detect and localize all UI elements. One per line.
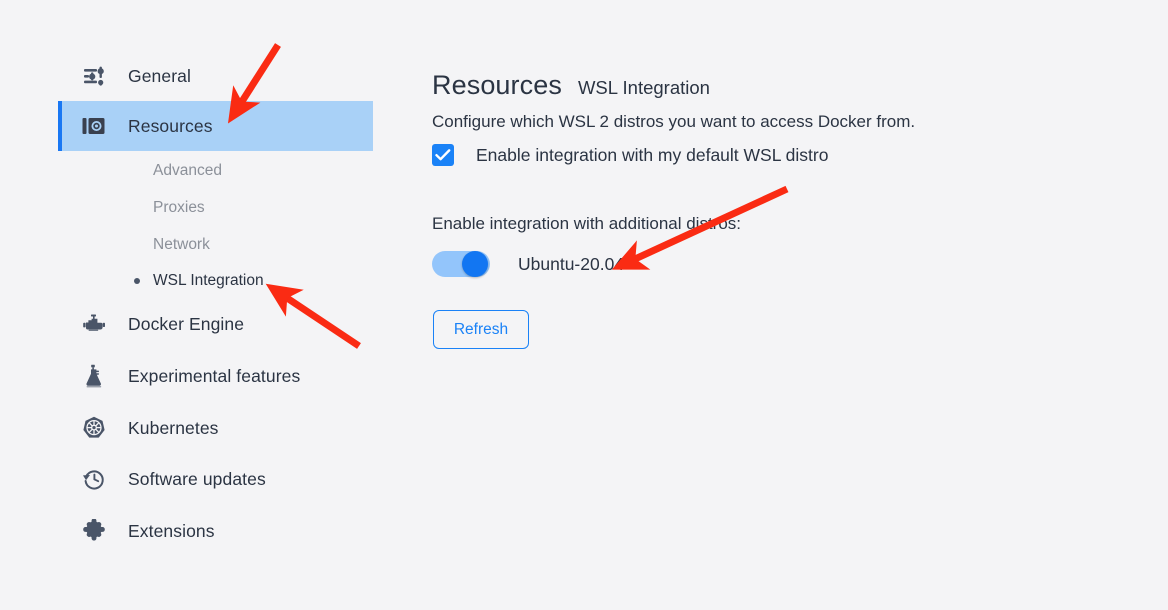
sidebar-subitem-network[interactable]: Network [58, 226, 373, 263]
sidebar-item-kubernetes[interactable]: Kubernetes [58, 403, 373, 453]
sidebar-subitem-label: WSL Integration [153, 271, 264, 289]
distro-toggle-switch[interactable] [432, 251, 490, 277]
checkbox-checked-icon[interactable] [432, 144, 454, 166]
enable-default-distro-checkbox-row[interactable]: Enable integration with my default WSL d… [432, 144, 828, 166]
sidebar-item-experimental-features[interactable]: Experimental features [58, 351, 373, 401]
sidebar-item-label: General [128, 65, 191, 86]
settings-window: General Resources Advanced Proxies Netwo… [0, 0, 1168, 610]
kubernetes-helm-icon [79, 413, 109, 443]
sidebar-subitem-label: Network [153, 235, 210, 253]
sidebar-item-general[interactable]: General [58, 51, 373, 101]
settings-sidebar: General Resources Advanced Proxies Netwo… [0, 0, 420, 610]
sidebar-subitem-proxies[interactable]: Proxies [58, 189, 373, 226]
page-description: Configure which WSL 2 distros you want t… [432, 112, 916, 131]
distro-row-ubuntu-2004: Ubuntu-20.04 [432, 251, 624, 277]
page-subtitle: WSL Integration [577, 77, 710, 99]
docker-engine-icon [79, 309, 109, 339]
sidebar-item-extensions[interactable]: Extensions [58, 506, 373, 556]
sidebar-item-docker-engine[interactable]: Docker Engine [58, 299, 373, 349]
toggle-knob [462, 251, 488, 277]
sidebar-item-label: Kubernetes [128, 417, 219, 438]
distro-name-label: Ubuntu-20.04 [518, 253, 625, 274]
resources-icon [79, 111, 109, 141]
page-title: Resources [432, 70, 562, 101]
additional-distros-label: Enable integration with additional distr… [432, 214, 742, 233]
sidebar-item-label: Software updates [128, 468, 266, 489]
checkbox-label: Enable integration with my default WSL d… [476, 144, 829, 165]
sidebar-item-label: Experimental features [128, 365, 301, 386]
sliders-icon [79, 61, 109, 91]
puzzle-piece-icon [79, 516, 109, 546]
sidebar-item-label: Resources [128, 115, 213, 136]
sidebar-subitem-label: Proxies [153, 198, 205, 216]
sidebar-subitem-label: Advanced [153, 161, 222, 179]
sidebar-item-software-updates[interactable]: Software updates [58, 454, 373, 504]
sidebar-item-label: Docker Engine [128, 313, 245, 334]
clock-history-icon [79, 464, 109, 494]
sidebar-subitem-advanced[interactable]: Advanced [58, 152, 373, 189]
page-header: Resources WSL Integration [432, 52, 710, 119]
active-bullet-icon [134, 277, 140, 284]
refresh-button[interactable]: Refresh [433, 310, 529, 349]
sidebar-subitem-wsl-integration[interactable]: WSL Integration [58, 262, 373, 299]
sidebar-item-label: Extensions [128, 520, 215, 541]
flask-icon [79, 361, 109, 391]
settings-main-panel: Resources WSL Integration Configure whic… [432, 0, 1168, 610]
sidebar-item-resources[interactable]: Resources [58, 101, 373, 151]
bullet-slot [129, 277, 145, 284]
